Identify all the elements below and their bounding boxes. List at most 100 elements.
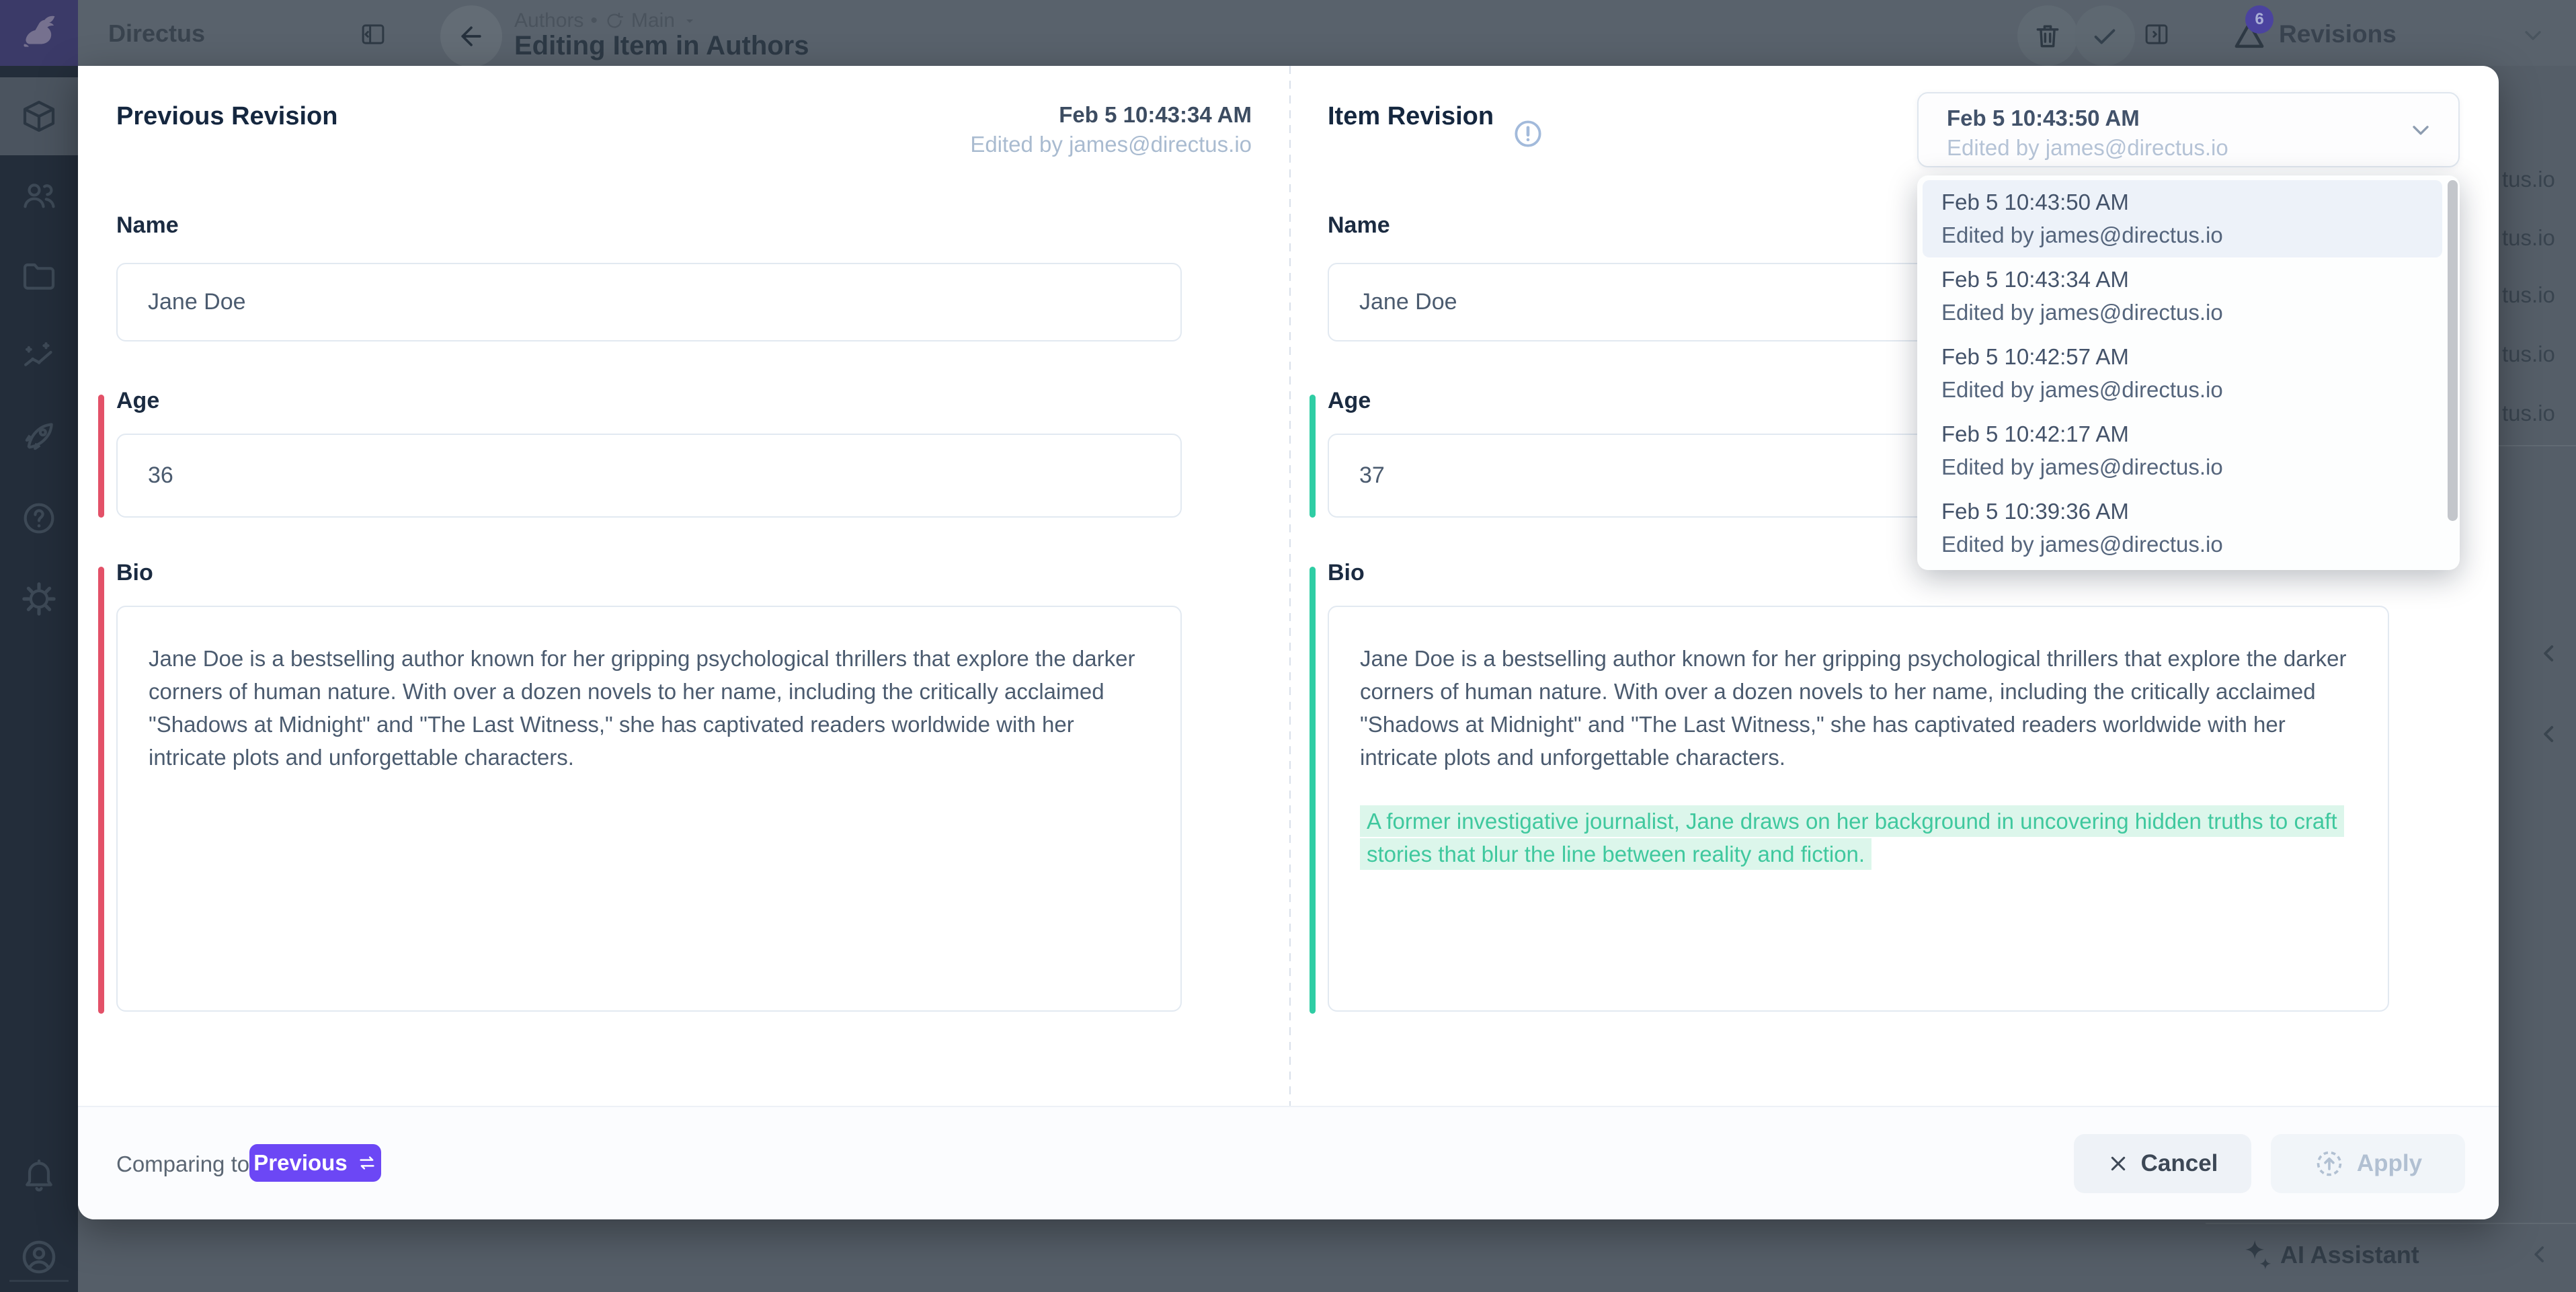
bio-label: Bio — [1328, 560, 1365, 586]
caret-down-icon — [682, 13, 698, 29]
previous-revision-edited-by: Edited by james@directus.io — [807, 132, 1252, 157]
rocket-icon — [20, 417, 58, 455]
revision-option-timestamp: Feb 5 10:42:57 AM — [1941, 344, 2442, 370]
revision-option[interactable]: Feb 5 10:43:50 AM Edited by james@directu… — [1923, 180, 2442, 257]
dimmed-revision-text: tus.io — [2502, 341, 2555, 367]
name-label: Name — [116, 212, 179, 239]
help-icon — [20, 499, 58, 537]
revisions-section-title[interactable]: Revisions — [2279, 20, 2397, 48]
ai-sparkle-icon — [2239, 1237, 2278, 1276]
insights-icon — [20, 338, 58, 376]
revision-option[interactable]: Feb 5 10:43:34 AM Edited by james@directu… — [1923, 257, 2442, 335]
dimmed-chevron-left-icon — [2536, 640, 2563, 667]
arrow-left-icon — [456, 22, 486, 51]
compare-target-button[interactable]: Previous — [249, 1144, 381, 1182]
folder-icon — [20, 257, 58, 295]
toggle-right-sidebar-button[interactable] — [2142, 19, 2171, 49]
cube-icon — [20, 97, 58, 135]
notifications-button[interactable] — [0, 1136, 78, 1214]
revision-option[interactable]: Feb 5 10:42:57 AMEdited by james@directu… — [1923, 335, 2442, 412]
panel-divider — [1289, 66, 1291, 1106]
revision-option-edited-by: Edited by james@directus.io — [1941, 454, 2442, 480]
dimmed-divider — [2206, 1223, 2576, 1224]
module-files[interactable] — [0, 237, 78, 315]
revision-select-subtext: Edited by james@directus.io — [1947, 135, 2228, 161]
info-icon[interactable] — [1513, 118, 1543, 149]
project-name: Directus — [108, 19, 205, 48]
change-indicator-removed — [98, 567, 104, 1014]
dropdown-scrollbar[interactable] — [2448, 180, 2458, 521]
revision-option-edited-by: Edited by james@directus.io — [1941, 532, 2442, 557]
directus-rabbit-logo-icon — [17, 11, 61, 55]
change-indicator-removed — [98, 395, 104, 518]
bio-paragraph: Jane Doe is a bestselling author known f… — [1360, 642, 2357, 774]
change-indicator-added — [1310, 567, 1316, 1014]
revision-dropdown: Feb 5 10:43:50 AM Edited by james@directu… — [1917, 175, 2460, 570]
module-insights[interactable] — [0, 318, 78, 396]
revision-option[interactable]: Feb 5 10:39:36 AM Edited by james@directu… — [1923, 489, 2442, 567]
dimmed-revision-text: tus.io — [2502, 225, 2555, 251]
version-sync-icon — [604, 11, 625, 31]
change-indicator-added — [1310, 395, 1316, 518]
delete-item-button[interactable] — [2017, 5, 2078, 66]
breadcrumb-separator: • — [590, 9, 598, 32]
gear-icon — [20, 580, 58, 618]
breadcrumb-collection[interactable]: Authors — [514, 9, 583, 32]
bio-added-paragraph: A former investigative journalist, Jane … — [1360, 805, 2357, 871]
revision-option-edited-by: Edited by james@directus.io — [1941, 300, 2442, 325]
bio-paragraph: Jane Doe is a bestselling author known f… — [149, 642, 1150, 774]
top-bar: Directus Authors • Main Editing Item in … — [0, 0, 2576, 66]
revisions-count-badge: 6 — [2245, 5, 2273, 34]
module-help[interactable] — [0, 479, 78, 557]
module-extensions[interactable] — [0, 397, 78, 475]
revision-option-edited-by: Edited by james@directus.io — [1941, 223, 2442, 248]
collapse-panel-icon — [359, 20, 387, 48]
revision-option[interactable]: Feb 4 12:48:44 PMEdited by james@directu… — [1923, 567, 2442, 570]
check-icon — [2089, 20, 2120, 51]
revision-option-timestamp: Feb 5 10:39:36 AM — [1941, 499, 2442, 524]
dimmed-divider — [2499, 445, 2576, 446]
cancel-button[interactable]: Cancel — [2074, 1134, 2251, 1193]
bio-label: Bio — [116, 560, 153, 586]
revision-select[interactable]: Feb 5 10:43:50 AM Edited by james@direct… — [1917, 92, 2460, 167]
ai-assistant-chevron-left-icon[interactable] — [2526, 1241, 2553, 1268]
directus-logo-tile[interactable] — [0, 0, 78, 66]
page-title: Editing Item in Authors — [514, 31, 809, 61]
name-input[interactable]: Jane Doe — [116, 263, 1182, 341]
screen: Directus Authors • Main Editing Item in … — [0, 0, 2576, 1292]
back-button[interactable] — [440, 5, 502, 67]
revision-option-timestamp: Feb 5 10:43:50 AM — [1941, 190, 2442, 215]
apply-button[interactable]: Apply — [2271, 1134, 2465, 1193]
bio-textarea[interactable]: Jane Doe is a bestselling author known f… — [116, 606, 1182, 1012]
revisions-chevron-down-icon[interactable] — [2520, 22, 2546, 48]
age-label: Age — [116, 388, 159, 414]
account-button[interactable] — [0, 1218, 78, 1292]
trash-icon — [2033, 21, 2062, 50]
age-input[interactable]: 36 — [116, 434, 1182, 518]
close-icon — [2107, 1153, 2129, 1174]
dimmed-revision-text: tus.io — [2502, 167, 2555, 192]
swap-arrows-icon — [357, 1153, 377, 1173]
bio-textarea[interactable]: Jane Doe is a bestselling author known f… — [1328, 606, 2389, 1012]
collapse-sidebar-button[interactable] — [358, 19, 388, 49]
revision-option-timestamp: Feb 5 10:42:17 AM — [1941, 421, 2442, 447]
bell-icon — [20, 1156, 58, 1194]
module-content[interactable] — [0, 77, 78, 155]
revision-option[interactable]: Feb 5 10:42:17 AM Edited by james@directu… — [1923, 412, 2442, 489]
previous-revision-title: Previous Revision — [116, 102, 337, 131]
breadcrumb[interactable]: Authors • Main — [514, 9, 698, 32]
comparing-to-label: Comparing to — [116, 1152, 249, 1177]
previous-revision-timestamp: Feb 5 10:43:34 AM — [807, 102, 1252, 128]
module-settings[interactable] — [0, 560, 78, 638]
item-revision-title: Item Revision — [1328, 102, 1494, 131]
users-icon — [20, 177, 58, 214]
revision-select-value: Feb 5 10:43:50 AM — [1947, 106, 2140, 131]
breadcrumb-version[interactable]: Main — [631, 9, 675, 32]
chevron-down-icon — [2407, 116, 2434, 143]
ai-assistant-label[interactable]: AI Assistant — [2280, 1241, 2419, 1269]
apply-upload-icon — [2314, 1148, 2345, 1179]
modal-footer: Comparing to Previous Cancel Apply — [78, 1106, 2499, 1219]
module-users[interactable] — [0, 157, 78, 235]
revision-option-timestamp: Feb 5 10:43:34 AM — [1941, 267, 2442, 292]
save-item-button[interactable] — [2075, 5, 2135, 66]
